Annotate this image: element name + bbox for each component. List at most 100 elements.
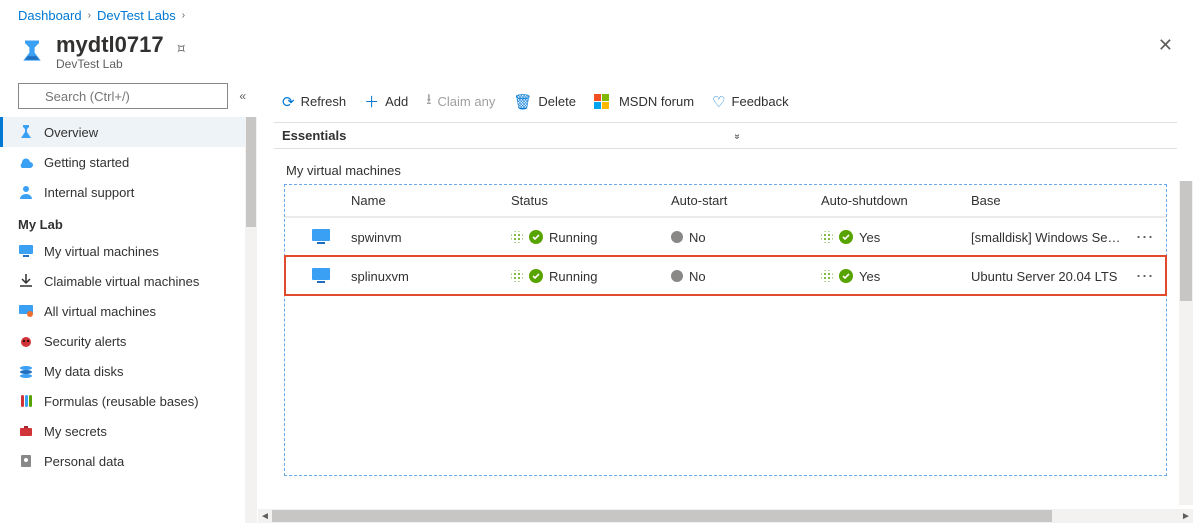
sidebar-scrollbar[interactable] bbox=[245, 117, 257, 523]
essentials-label: Essentials bbox=[282, 128, 346, 143]
toolbar-label: Refresh bbox=[301, 94, 347, 109]
vm-autostart: No bbox=[671, 230, 821, 245]
add-button[interactable]: ＋ Add bbox=[364, 91, 408, 112]
vm-name: splinuxvm bbox=[351, 269, 511, 284]
col-status: Status bbox=[511, 193, 671, 208]
sidebar-section-mylab: My Lab bbox=[0, 207, 257, 236]
test-tubes-icon bbox=[18, 393, 34, 409]
sidebar-item-label: Getting started bbox=[44, 155, 129, 170]
toolbar-label: MSDN forum bbox=[619, 94, 694, 109]
sidebar-item-label: Security alerts bbox=[44, 334, 126, 349]
sidebar-item-label: My virtual machines bbox=[44, 244, 159, 259]
table-row[interactable]: splinuxvmRunningNoYesUbuntu Server 20.04… bbox=[285, 256, 1166, 295]
phonebook-icon bbox=[18, 453, 34, 469]
download-icon: ⭳ bbox=[426, 89, 431, 114]
claim-any-button: ⭳ Claim any bbox=[426, 89, 495, 114]
sidebar-item-overview[interactable]: Overview bbox=[0, 117, 257, 147]
delete-button[interactable]: 🗑 Delete bbox=[513, 93, 576, 111]
sidebar-item-formulas-reusable-bases-[interactable]: Formulas (reusable bases) bbox=[0, 386, 257, 416]
col-name: Name bbox=[351, 193, 511, 208]
breadcrumb: Dashboard › DevTest Labs › bbox=[0, 0, 1193, 27]
disks-icon bbox=[18, 363, 34, 379]
sidebar-item-getting-started[interactable]: Getting started bbox=[0, 147, 257, 177]
vm-all-icon bbox=[18, 303, 34, 319]
heart-icon: ♡ bbox=[712, 93, 725, 111]
sidebar-item-label: Personal data bbox=[44, 454, 124, 469]
page-header: mydtl0717 DevTest Lab ✧ ✕ bbox=[0, 27, 1193, 83]
sidebar-item-label: Formulas (reusable bases) bbox=[44, 394, 199, 409]
sidebar-item-my-data-disks[interactable]: My data disks bbox=[0, 356, 257, 386]
collapse-sidebar-icon[interactable]: « bbox=[239, 89, 243, 103]
vm-autoshutdown: Yes bbox=[821, 230, 971, 245]
cloud-download-icon bbox=[18, 154, 34, 170]
microsoft-logo-icon bbox=[594, 94, 609, 109]
toolbar-label: Add bbox=[385, 94, 408, 109]
briefcase-red-icon bbox=[18, 423, 34, 439]
sidebar-item-label: My data disks bbox=[44, 364, 123, 379]
col-autostart: Auto-start bbox=[671, 193, 821, 208]
download-arrow-icon bbox=[18, 273, 34, 289]
vm-base: Ubuntu Server 20.04 LTS bbox=[971, 269, 1130, 284]
chevron-right-icon: › bbox=[182, 10, 185, 21]
flask-icon bbox=[18, 124, 34, 140]
essentials-toggle[interactable]: Essentials » bbox=[274, 122, 1177, 149]
breadcrumb-link[interactable]: Dashboard bbox=[18, 8, 82, 23]
feedback-button[interactable]: ♡ Feedback bbox=[712, 93, 789, 111]
content-pane: ⟳ Refresh ＋ Add ⭳ Claim any 🗑 Delete MSD… bbox=[258, 83, 1193, 523]
sidebar-item-label: Internal support bbox=[44, 185, 134, 200]
scroll-right-icon[interactable]: ► bbox=[1179, 509, 1193, 523]
vm-table: Name Status Auto-start Auto-shutdown Bas… bbox=[284, 184, 1167, 476]
vm-status: Running bbox=[511, 230, 671, 245]
horizontal-scrollbar[interactable]: ◄ ► bbox=[258, 509, 1193, 523]
row-more-button[interactable]: ⋯ bbox=[1130, 227, 1160, 248]
vm-icon bbox=[18, 243, 34, 259]
vm-icon bbox=[291, 265, 351, 287]
table-row[interactable]: spwinvmRunningNoYes[smalldisk] Windows S… bbox=[285, 217, 1166, 256]
add-icon: ＋ bbox=[364, 91, 379, 112]
content-scrollbar[interactable] bbox=[1179, 181, 1193, 505]
vm-section-title: My virtual machines bbox=[274, 149, 1177, 184]
vm-autoshutdown: Yes bbox=[821, 269, 971, 284]
toolbar-label: Feedback bbox=[732, 94, 789, 109]
person-headset-icon bbox=[18, 184, 34, 200]
sidebar-item-label: Overview bbox=[44, 125, 98, 140]
row-more-button[interactable]: ⋯ bbox=[1130, 266, 1160, 287]
page-title: mydtl0717 bbox=[56, 33, 164, 57]
refresh-icon: ⟳ bbox=[282, 93, 295, 111]
breadcrumb-link[interactable]: DevTest Labs bbox=[97, 8, 176, 23]
refresh-button[interactable]: ⟳ Refresh bbox=[282, 93, 346, 111]
sidebar-item-label: My secrets bbox=[44, 424, 107, 439]
ladybug-icon bbox=[18, 333, 34, 349]
menu-search-input[interactable] bbox=[18, 83, 228, 109]
sidebar-item-my-secrets[interactable]: My secrets bbox=[0, 416, 257, 446]
devtest-lab-icon bbox=[18, 37, 46, 65]
vm-name: spwinvm bbox=[351, 230, 511, 245]
delete-icon: 🗑 bbox=[513, 93, 532, 111]
sidebar-item-label: Claimable virtual machines bbox=[44, 274, 199, 289]
vm-autostart: No bbox=[671, 269, 821, 284]
sidebar-item-all-virtual-machines[interactable]: All virtual machines bbox=[0, 296, 257, 326]
chevron-down-icon: » bbox=[732, 134, 743, 138]
sidebar-item-claimable-virtual-machines[interactable]: Claimable virtual machines bbox=[0, 266, 257, 296]
msdn-forum-button[interactable]: MSDN forum bbox=[594, 94, 694, 109]
toolbar-label: Delete bbox=[538, 94, 576, 109]
sidebar-item-label: All virtual machines bbox=[44, 304, 156, 319]
close-icon[interactable]: ✕ bbox=[1158, 35, 1173, 56]
resource-type-label: DevTest Lab bbox=[56, 57, 164, 71]
toolbar: ⟳ Refresh ＋ Add ⭳ Claim any 🗑 Delete MSD… bbox=[274, 83, 1177, 122]
sidebar-item-internal-support[interactable]: Internal support bbox=[0, 177, 257, 207]
col-base: Base bbox=[971, 193, 1130, 208]
col-autoshutdown: Auto-shutdown bbox=[821, 193, 971, 208]
vm-base: [smalldisk] Windows Se… bbox=[971, 230, 1130, 245]
sidebar-item-security-alerts[interactable]: Security alerts bbox=[0, 326, 257, 356]
sidebar-item-my-virtual-machines[interactable]: My virtual machines bbox=[0, 236, 257, 266]
sidebar-item-personal-data[interactable]: Personal data bbox=[0, 446, 257, 476]
sidebar: 🔍︎ « OverviewGetting startedInternal sup… bbox=[0, 83, 258, 523]
pin-icon[interactable]: ✧ bbox=[169, 37, 193, 61]
scroll-left-icon[interactable]: ◄ bbox=[258, 509, 272, 523]
vm-status: Running bbox=[511, 269, 671, 284]
chevron-right-icon: › bbox=[88, 10, 91, 21]
vm-table-header: Name Status Auto-start Auto-shutdown Bas… bbox=[285, 185, 1166, 217]
toolbar-label: Claim any bbox=[438, 94, 496, 109]
vm-icon bbox=[291, 226, 351, 248]
